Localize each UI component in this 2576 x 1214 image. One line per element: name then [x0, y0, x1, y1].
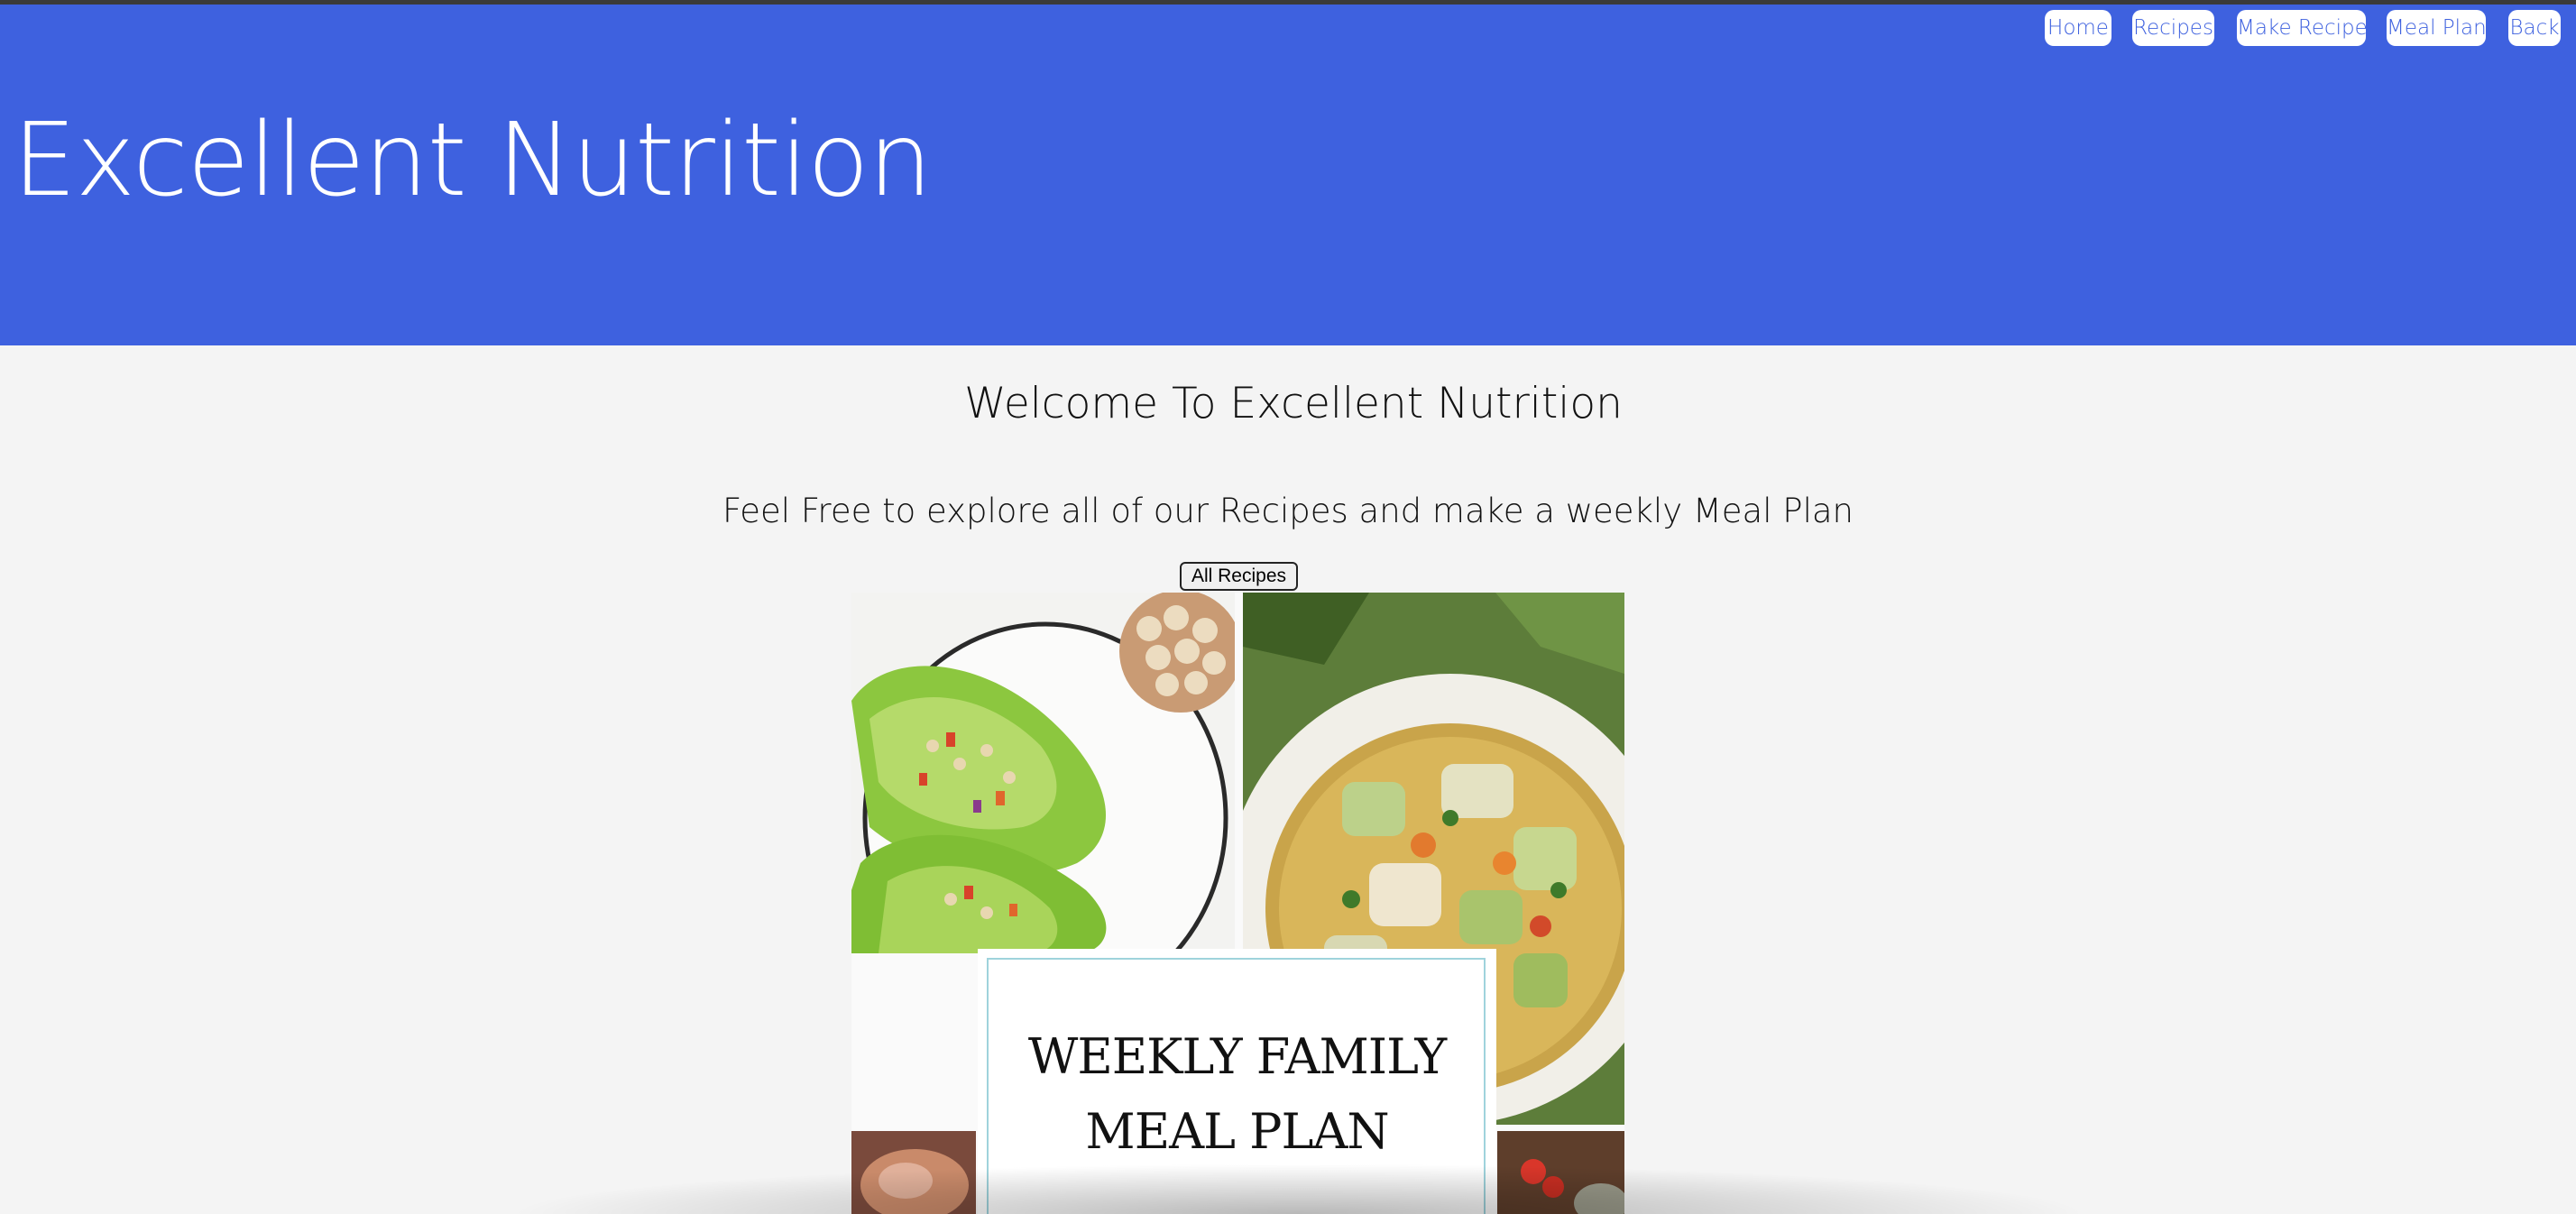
welcome-heading: Welcome To Excellent Nutrition: [964, 379, 1623, 428]
meal-plan-image: WEEKLY FAMILY MEAL PLAN: [851, 593, 1624, 1214]
bottom-left-food-photo: [851, 1131, 976, 1214]
banner-line-2: MEAL PLAN: [1085, 1103, 1389, 1160]
banner-line-1: WEEKLY FAMILY: [1027, 1028, 1447, 1085]
nav-meal-plan-button[interactable]: Meal Plan: [2387, 10, 2487, 46]
nav-home-button[interactable]: Home: [2045, 10, 2111, 46]
meal-plan-banner: WEEKLY FAMILY MEAL PLAN: [978, 949, 1496, 1214]
bottom-right-food-photo: [1497, 1131, 1624, 1214]
site-title: Excellent Nutrition: [13, 102, 933, 219]
site-header: Excellent Nutrition: [0, 5, 2576, 345]
all-recipes-button[interactable]: All Recipes: [1180, 562, 1298, 591]
nav-make-recipe-button[interactable]: Make Recipe: [2237, 10, 2368, 46]
intro-text: Feel Free to explore all of our Recipes …: [722, 492, 1854, 530]
nav-recipes-button[interactable]: Recipes: [2132, 10, 2214, 46]
nav-back-button[interactable]: Back: [2508, 10, 2561, 46]
lettuce-wraps-photo: [851, 593, 1235, 953]
